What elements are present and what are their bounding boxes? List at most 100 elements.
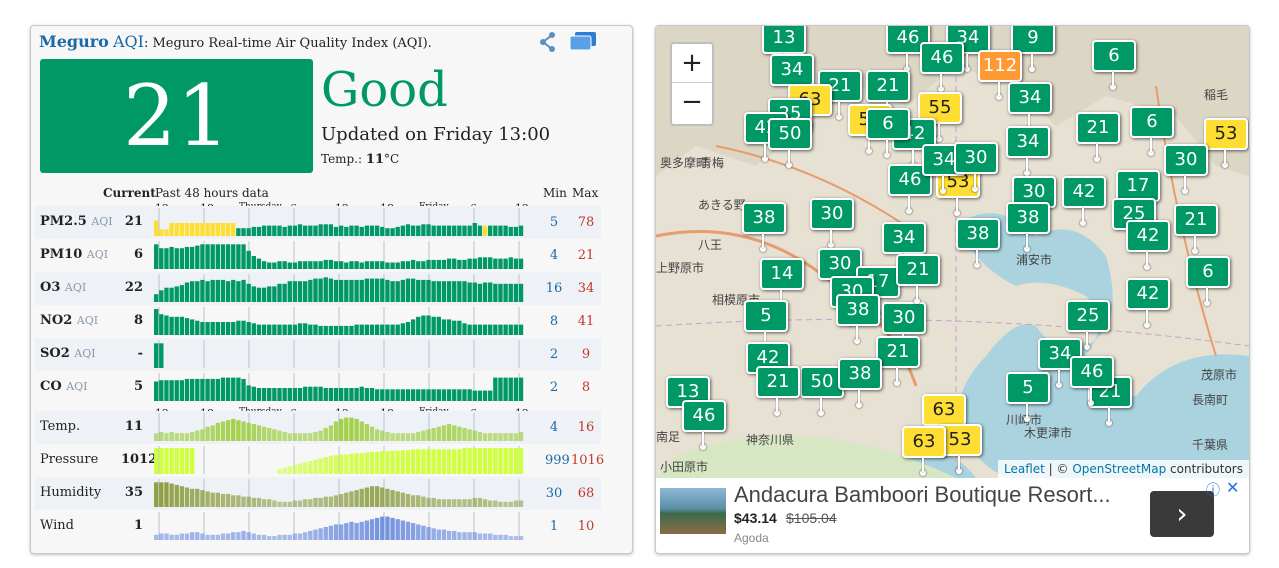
aqi-map-marker[interactable]: 21	[876, 336, 920, 386]
aqi-map-marker[interactable]: 34	[770, 54, 814, 104]
spark-bar	[164, 482, 169, 507]
row-o3[interactable]: O3 AQI 22 16 34	[35, 272, 601, 305]
spark-bar	[436, 426, 441, 441]
spark-bar	[328, 325, 334, 335]
aqi-map-marker[interactable]: 6	[1186, 256, 1230, 306]
aqi-map-marker[interactable]: 63	[902, 426, 946, 476]
sparkline[interactable]	[154, 373, 524, 401]
spark-bar	[225, 494, 231, 507]
ad-open-button[interactable]: ›	[1150, 491, 1214, 537]
aqi-map-marker[interactable]: 5	[1006, 372, 1050, 422]
row-so2[interactable]: SO2 AQI - 2 9	[35, 338, 601, 371]
aqi-map-marker[interactable]: 6	[1092, 40, 1136, 90]
aqi-map-marker[interactable]: 14	[760, 258, 804, 308]
panel-title: Meguro AQI: Meguro Real-time Air Quality…	[39, 32, 432, 51]
spark-bar	[508, 501, 513, 507]
spark-bar	[267, 536, 272, 540]
marker-value: 21	[766, 371, 790, 392]
row-pm25[interactable]: PM2.5 AQI 21 5 78	[35, 206, 601, 239]
aqi-map-marker[interactable]: 63	[922, 394, 966, 444]
spark-bar	[200, 223, 205, 236]
spark-bar	[220, 279, 226, 302]
ad-close-icon[interactable]: ✕	[1226, 478, 1239, 497]
aqi-map-marker[interactable]: 42	[1126, 278, 1170, 328]
aqi-map-marker[interactable]: 34	[1008, 82, 1052, 132]
aqi-map-marker[interactable]: 38	[956, 218, 1000, 268]
aqi-map-marker[interactable]: 30	[1164, 144, 1208, 194]
ad-banner[interactable]: Andacura Bamboori Boutique Resort... $43…	[656, 478, 1249, 553]
aqi-word[interactable]: AQI	[113, 32, 144, 51]
aqi-map-marker[interactable]: 6	[1130, 106, 1174, 156]
row-no2[interactable]: NO2 AQI 8 8 41	[35, 305, 601, 338]
aqi-map-marker[interactable]: 30	[810, 198, 854, 248]
row-wind[interactable]: Wind 1 1 10	[35, 510, 601, 543]
sparkline[interactable]	[154, 512, 524, 540]
sparkline[interactable]	[154, 274, 524, 302]
spark-bar	[246, 385, 251, 401]
row-pm10[interactable]: PM10 AQI 6 4 21	[35, 239, 601, 272]
sparkline[interactable]	[154, 479, 524, 507]
spark-bar	[436, 316, 441, 335]
aqi-map-marker[interactable]: 21	[896, 254, 940, 304]
aqi-map-marker[interactable]: 34	[882, 222, 926, 272]
share-icon[interactable]	[537, 30, 559, 58]
row-co[interactable]: CO AQI 5 2 8	[35, 371, 601, 404]
aqi-map-marker[interactable]: 46	[920, 42, 964, 92]
spark-bar	[518, 536, 524, 540]
aqi-map-marker[interactable]: 42	[1126, 220, 1170, 270]
aqi-map-marker[interactable]: 5	[744, 300, 788, 350]
aqi-map-marker[interactable]: 46	[1070, 356, 1114, 406]
sparkline[interactable]	[154, 307, 524, 335]
aqi-map-marker[interactable]: 21	[866, 70, 910, 120]
aqi-map-marker[interactable]: 25	[1066, 300, 1110, 350]
spark-bar	[503, 283, 508, 302]
aqi-map-marker[interactable]: 21	[1076, 112, 1120, 162]
map-view[interactable]: 奥多摩町青梅あきる野八王上野原市相模原市浦安市神奈川県川崎市稲毛茂原市長南町千葉…	[656, 26, 1249, 478]
aqi-map-marker[interactable]: 34	[1006, 126, 1050, 176]
ad-info-icon[interactable]: ⓘ	[1206, 480, 1220, 500]
sparkline[interactable]	[154, 413, 524, 441]
sparkline[interactable]	[154, 446, 524, 474]
aqi-map-marker[interactable]: 6	[866, 108, 910, 158]
zoom-out-button[interactable]: −	[672, 83, 712, 121]
aqi-map-marker[interactable]: 112	[978, 50, 1022, 100]
spark-bar	[436, 389, 441, 401]
sparkline[interactable]	[154, 340, 524, 368]
ad-image[interactable]	[660, 488, 726, 534]
spark-bar	[297, 533, 303, 540]
aqi-map-marker[interactable]: 38	[836, 294, 880, 344]
aqi-map-marker[interactable]: 38	[838, 358, 882, 408]
spark-bar	[405, 521, 411, 540]
aqi-map-marker[interactable]: 21	[1174, 204, 1218, 254]
sparkline[interactable]	[154, 241, 524, 269]
spark-bar	[405, 494, 411, 507]
aqi-map-marker[interactable]: 53	[1204, 118, 1248, 168]
aqi-map-marker[interactable]: 46	[682, 400, 726, 450]
sparkline[interactable]	[154, 208, 524, 236]
row-humidity[interactable]: Humidity 35 30 68	[35, 477, 601, 510]
row-pressure[interactable]: Pressure 1012 999 1016	[35, 444, 604, 477]
zoom-in-button[interactable]: +	[672, 44, 712, 83]
aqi-map-marker[interactable]: 30	[882, 302, 926, 352]
osm-link[interactable]: OpenStreetMap	[1072, 462, 1166, 476]
aqi-map-marker[interactable]: 30	[954, 142, 998, 192]
row-temp[interactable]: Temp. 11 4 16	[35, 411, 601, 444]
aqi-map-marker[interactable]: 50	[768, 118, 812, 168]
aqi-map-marker[interactable]: 42	[1062, 176, 1106, 226]
city-name[interactable]: Meguro	[39, 32, 109, 51]
spark-bar	[410, 225, 416, 236]
aqi-level: Good	[321, 62, 448, 118]
spark-bar	[159, 431, 164, 441]
spark-bar	[292, 464, 298, 474]
aqi-map-marker[interactable]: 38	[1006, 202, 1050, 252]
leaflet-link[interactable]: Leaflet	[1004, 462, 1045, 476]
aqi-map-marker[interactable]: 38	[742, 202, 786, 252]
spark-bar	[200, 533, 205, 540]
aqi-map-marker[interactable]: 13	[762, 26, 806, 72]
spark-bar	[374, 429, 380, 441]
spark-bar	[189, 488, 195, 507]
windows-icon[interactable]	[568, 30, 598, 56]
ad-title[interactable]: Andacura Bamboori Boutique Resort...	[734, 482, 1111, 508]
spark-bar	[328, 278, 334, 302]
aqi-map-marker[interactable]: 21	[756, 366, 800, 416]
